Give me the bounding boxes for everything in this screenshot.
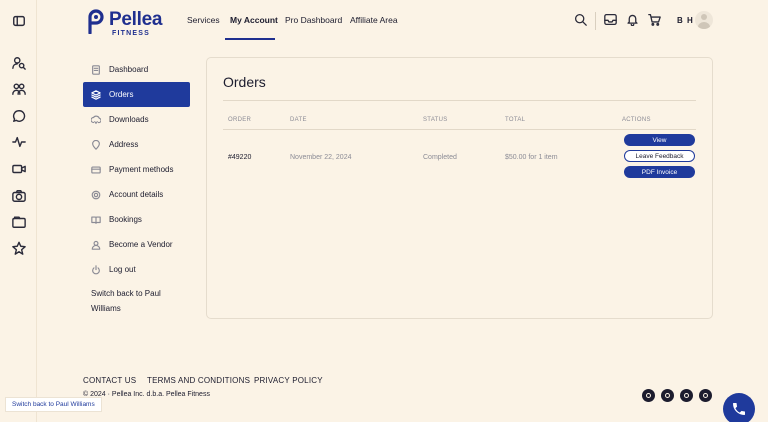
- users-icon[interactable]: [11, 81, 27, 97]
- account-menu-address[interactable]: Address: [83, 132, 190, 157]
- chat-icon[interactable]: [11, 108, 27, 124]
- brand-logo[interactable]: Pellea FITNESS: [83, 8, 173, 37]
- book-icon: [83, 215, 109, 225]
- folder-icon[interactable]: [11, 214, 27, 230]
- nav-affiliate-area[interactable]: Affiliate Area: [350, 15, 398, 25]
- youtube-icon[interactable]: [680, 389, 693, 402]
- account-menu-label: Dashboard: [109, 65, 149, 74]
- search-icon[interactable]: [574, 13, 587, 29]
- switch-back-link[interactable]: Switch back to Paul Williams: [91, 286, 181, 316]
- footer-contact-link[interactable]: CONTACT US: [83, 376, 136, 385]
- leave-feedback-button[interactable]: Leave Feedback: [624, 150, 695, 162]
- facebook-icon[interactable]: [642, 389, 655, 402]
- account-menu-log-out[interactable]: Log out: [83, 257, 190, 282]
- footer-terms-link[interactable]: TERMS AND CONDITIONS: [147, 376, 250, 385]
- footer-copyright: © 2024 · Pellea Inc. d.b.a. Pellea Fitne…: [83, 391, 210, 398]
- sidebar-toggle-icon[interactable]: [11, 13, 27, 29]
- phone-call-button[interactable]: [723, 393, 755, 422]
- account-menu-payment-methods[interactable]: Payment methods: [83, 157, 190, 182]
- order-date: November 22, 2024: [290, 154, 352, 161]
- brand-name: Pellea: [109, 9, 163, 30]
- orders-icon: [83, 89, 109, 100]
- order-status: Completed: [423, 154, 457, 161]
- account-menu-label: Bookings: [109, 215, 142, 224]
- orders-card: Orders ORDER DATE STATUS TOTAL ACTIONS #…: [206, 57, 713, 319]
- column-header-status: STATUS: [423, 117, 448, 123]
- top-header: Pellea FITNESS Services My Account Pro D…: [37, 0, 768, 42]
- switch-back-toast[interactable]: Switch back to Paul Williams: [5, 397, 102, 412]
- order-total: $50.00 for 1 item: [505, 154, 558, 161]
- camera-icon[interactable]: [11, 188, 27, 204]
- user-initials[interactable]: B H: [677, 16, 694, 25]
- twitter-icon[interactable]: [699, 389, 712, 402]
- header-divider: [223, 129, 696, 130]
- column-header-date: DATE: [290, 117, 307, 123]
- nav-services[interactable]: Services: [187, 15, 220, 25]
- account-menu-label: Become a Vendor: [109, 240, 173, 249]
- nav-my-account[interactable]: My Account: [230, 15, 278, 25]
- phone-icon: [733, 403, 745, 415]
- title-divider: [223, 100, 696, 101]
- instagram-icon[interactable]: [661, 389, 674, 402]
- pdf-invoice-button[interactable]: PDF Invoice: [624, 166, 695, 178]
- logo-mark-icon: [88, 9, 104, 34]
- account-menu-label: Address: [109, 140, 139, 149]
- cart-icon[interactable]: [648, 13, 661, 29]
- account-menu-label: Payment methods: [109, 165, 174, 174]
- user-search-icon[interactable]: [11, 55, 27, 71]
- header-divider: [595, 12, 596, 30]
- dashboard-icon: [83, 64, 109, 75]
- settings-icon: [83, 190, 109, 200]
- account-menu-orders[interactable]: Orders: [83, 82, 190, 107]
- account-menu-label: Log out: [109, 265, 136, 274]
- account-menu-account-details[interactable]: Account details: [83, 182, 190, 207]
- bell-icon[interactable]: [626, 13, 639, 29]
- nav-active-indicator: [225, 38, 275, 40]
- column-header-actions: ACTIONS: [622, 117, 651, 123]
- account-menu-label: Account details: [109, 190, 164, 199]
- location-icon: [83, 139, 109, 150]
- avatar[interactable]: [695, 11, 713, 29]
- order-number-link[interactable]: #49220: [228, 154, 251, 161]
- inbox-icon[interactable]: [604, 13, 617, 29]
- nav-pro-dashboard[interactable]: Pro Dashboard: [285, 15, 342, 25]
- account-menu-label: Orders: [109, 90, 134, 99]
- account-menu-dashboard[interactable]: Dashboard: [83, 57, 190, 82]
- view-order-button[interactable]: View: [624, 134, 695, 146]
- user-icon: [83, 240, 109, 250]
- star-icon[interactable]: [11, 240, 27, 256]
- left-icon-rail: [0, 0, 37, 422]
- account-menu-label: Downloads: [109, 115, 149, 124]
- footer-privacy-link[interactable]: PRIVACY POLICY: [254, 376, 323, 385]
- page-title: Orders: [223, 74, 266, 90]
- power-icon: [83, 264, 109, 275]
- account-navigation: Dashboard Orders Downloads Address Payme…: [83, 57, 190, 282]
- activity-icon[interactable]: [11, 134, 27, 150]
- column-header-total: TOTAL: [505, 117, 526, 123]
- credit-card-icon: [83, 165, 109, 175]
- download-icon: [83, 115, 109, 125]
- brand-tagline: FITNESS: [112, 30, 150, 37]
- video-icon[interactable]: [11, 161, 27, 177]
- account-menu-bookings[interactable]: Bookings: [83, 207, 190, 232]
- account-menu-become-vendor[interactable]: Become a Vendor: [83, 232, 190, 257]
- column-header-order: ORDER: [228, 117, 252, 123]
- account-menu-downloads[interactable]: Downloads: [83, 107, 190, 132]
